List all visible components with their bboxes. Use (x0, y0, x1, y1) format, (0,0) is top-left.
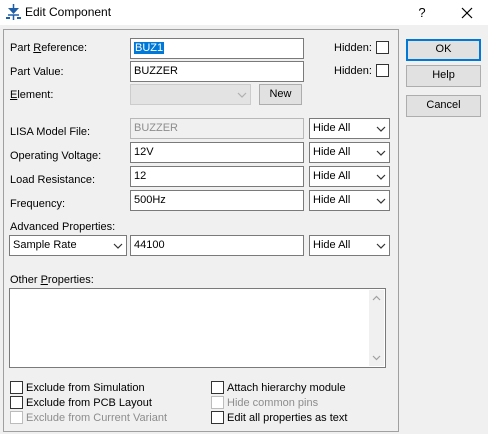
lisa-model-file-visibility-select[interactable]: Hide All (309, 118, 390, 139)
help-button[interactable]: Help (406, 65, 481, 87)
operating-voltage-label: Operating Voltage: (10, 150, 102, 162)
close-icon (461, 7, 473, 18)
element-label: Element: (10, 89, 54, 101)
attach-hierarchy-label: Attach hierarchy module (227, 382, 346, 394)
new-element-button[interactable]: New (259, 84, 302, 105)
hide-common-pins-checkbox (211, 396, 224, 409)
lisa-model-file-label: LISA Model File: (10, 126, 91, 138)
exclude-current-variant-label: Exclude from Current Variant (26, 412, 168, 424)
chevron-down-icon (376, 150, 386, 156)
chevron-down-icon (376, 174, 386, 180)
scroll-up-icon[interactable] (372, 295, 381, 301)
exclude-current-variant-checkbox (10, 411, 23, 424)
edit-as-text-label: Edit all properties as text (227, 412, 348, 424)
frequency-input[interactable]: 500Hz (130, 190, 304, 211)
other-properties-textarea[interactable] (9, 288, 386, 368)
advanced-property-select[interactable]: Sample Rate (9, 235, 127, 256)
exclude-simulation-checkbox[interactable] (10, 381, 23, 394)
chevron-down-icon (376, 243, 386, 249)
operating-voltage-visibility-select[interactable]: Hide All (309, 142, 390, 163)
window-title: Edit Component (25, 5, 112, 19)
load-resistance-visibility-select[interactable]: Hide All (309, 166, 390, 187)
close-button[interactable] (450, 0, 484, 25)
exclude-simulation-label: Exclude from Simulation (26, 382, 145, 394)
part-value-label: Part Value: (10, 66, 64, 78)
ok-button[interactable]: OK (406, 39, 481, 61)
cancel-button[interactable]: Cancel (406, 95, 481, 117)
component-icon (6, 4, 21, 20)
exclude-pcb-layout-label: Exclude from PCB Layout (26, 397, 152, 409)
lisa-model-file-input: BUZZER (130, 118, 304, 139)
other-properties-label: Other Properties: (10, 274, 94, 286)
exclude-pcb-layout-checkbox[interactable] (10, 396, 23, 409)
advanced-properties-label: Advanced Properties: (10, 221, 116, 233)
edit-as-text-checkbox[interactable] (211, 411, 224, 424)
part-reference-hidden-checkbox[interactable] (376, 41, 389, 54)
hide-common-pins-label: Hide common pins (227, 397, 319, 409)
load-resistance-input[interactable]: 12 (130, 166, 304, 187)
operating-voltage-input[interactable]: 12V (130, 142, 304, 163)
part-value-hidden-label: Hidden: (334, 65, 372, 77)
load-resistance-label: Load Resistance: (10, 174, 95, 186)
chevron-down-icon (113, 243, 123, 249)
part-reference-input[interactable]: BUZ1 (130, 38, 304, 59)
attach-hierarchy-checkbox[interactable] (211, 381, 224, 394)
chevron-down-icon (237, 92, 247, 98)
scroll-down-icon[interactable] (372, 355, 381, 361)
chevron-down-icon (376, 126, 386, 132)
help-titlebar-button[interactable]: ? (410, 0, 434, 25)
part-reference-hidden-label: Hidden: (334, 42, 372, 54)
frequency-label: Frequency: (10, 198, 66, 210)
frequency-visibility-select[interactable]: Hide All (309, 190, 390, 211)
part-value-input[interactable]: BUZZER (130, 61, 304, 82)
element-select[interactable] (130, 84, 251, 105)
part-value-hidden-checkbox[interactable] (376, 64, 389, 77)
part-reference-label: Part Reference: (10, 42, 88, 54)
advanced-property-value-input[interactable]: 44100 (130, 235, 304, 256)
other-properties-scrollbar[interactable] (369, 290, 384, 366)
chevron-down-icon (376, 198, 386, 204)
advanced-visibility-select[interactable]: Hide All (309, 235, 390, 256)
